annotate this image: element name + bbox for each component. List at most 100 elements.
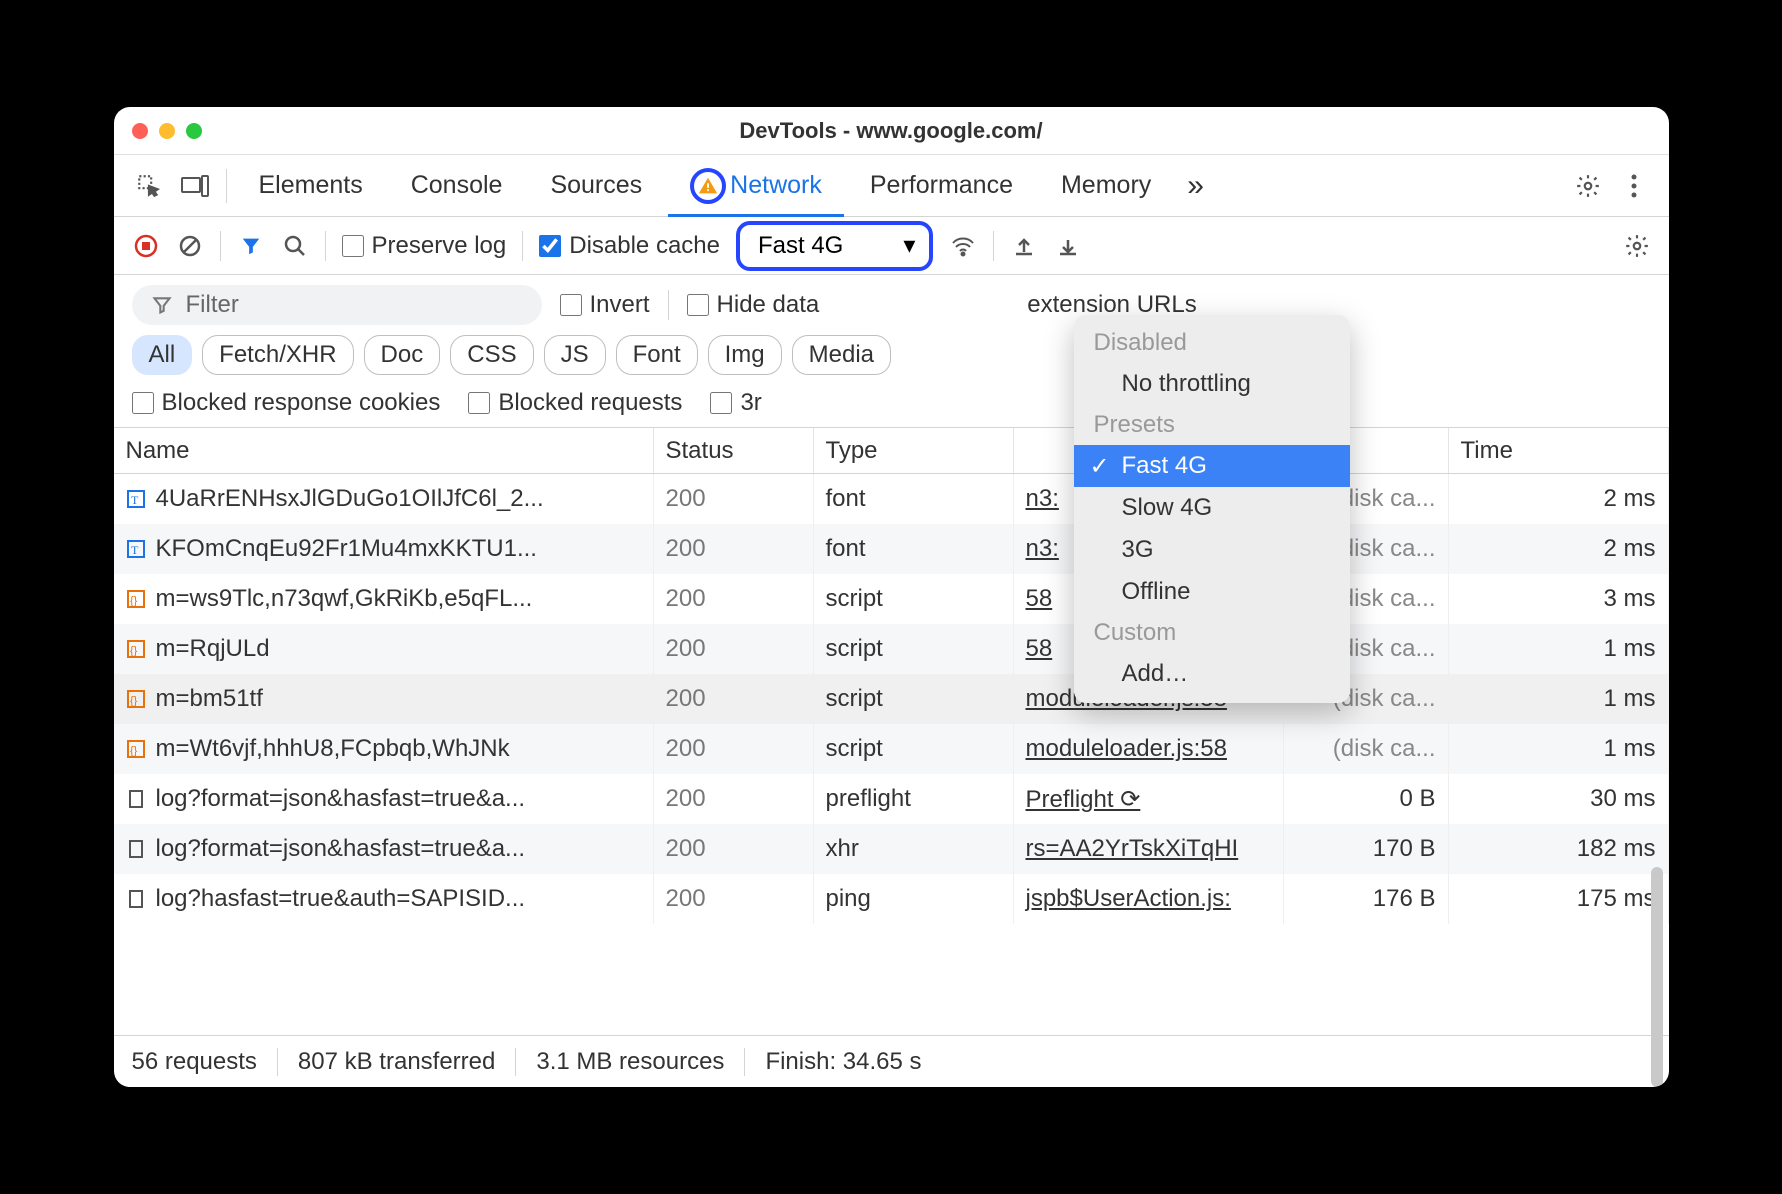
cell-status: 200 bbox=[654, 624, 814, 674]
throttling-option-3g[interactable]: 3G bbox=[1074, 529, 1350, 571]
funnel-icon bbox=[152, 295, 172, 315]
table-row[interactable]: log?format=json&hasfast=true&a...200xhrr… bbox=[114, 824, 1669, 874]
tab-memory[interactable]: Memory bbox=[1039, 155, 1173, 216]
type-filter-img[interactable]: Img bbox=[708, 335, 782, 375]
table-row[interactable]: log?hasfast=true&auth=SAPISID...200pingj… bbox=[114, 874, 1669, 924]
zoom-window-button[interactable] bbox=[186, 123, 202, 139]
cell-time: 175 ms bbox=[1449, 874, 1669, 924]
throttling-value: Fast 4G bbox=[758, 232, 843, 260]
tab-performance[interactable]: Performance bbox=[848, 155, 1035, 216]
invert-input[interactable] bbox=[560, 294, 582, 316]
devtools-window: DevTools - www.google.com/ Elements Cons… bbox=[114, 107, 1669, 1087]
cell-status: 200 bbox=[654, 774, 814, 824]
device-toolbar-icon[interactable] bbox=[174, 165, 216, 207]
preserve-log-input[interactable] bbox=[342, 235, 364, 257]
close-window-button[interactable] bbox=[132, 123, 148, 139]
disable-cache-input[interactable] bbox=[539, 235, 561, 257]
tab-sources[interactable]: Sources bbox=[528, 155, 664, 216]
dropdown-section-custom: Custom bbox=[1074, 613, 1350, 653]
more-menu-icon[interactable] bbox=[1613, 165, 1655, 207]
checkbox-label: Hide data bbox=[717, 291, 820, 319]
invert-checkbox[interactable]: Invert bbox=[560, 291, 650, 319]
cell-initiator[interactable]: jspb$UserAction.js: bbox=[1014, 874, 1284, 924]
svg-text:{}: {} bbox=[130, 745, 138, 757]
separator bbox=[993, 231, 994, 261]
network-conditions-icon[interactable] bbox=[949, 232, 977, 260]
throttling-option-none[interactable]: No throttling bbox=[1074, 363, 1350, 405]
download-har-icon[interactable] bbox=[1054, 232, 1082, 260]
settings-icon[interactable] bbox=[1567, 165, 1609, 207]
throttling-option-fast4g[interactable]: Fast 4G bbox=[1074, 445, 1350, 487]
tabs-overflow-button[interactable]: » bbox=[1177, 155, 1214, 216]
dropdown-section-presets: Presets bbox=[1074, 405, 1350, 445]
inspect-element-icon[interactable] bbox=[128, 165, 170, 207]
network-settings-icon[interactable] bbox=[1623, 232, 1651, 260]
type-filter-all[interactable]: All bbox=[132, 335, 193, 375]
search-icon[interactable] bbox=[281, 232, 309, 260]
throttling-option-offline[interactable]: Offline bbox=[1074, 571, 1350, 613]
tab-network[interactable]: Network bbox=[668, 155, 844, 216]
upload-har-icon[interactable] bbox=[1010, 232, 1038, 260]
cell-type: font bbox=[814, 524, 1014, 574]
col-time[interactable]: Time bbox=[1449, 428, 1669, 473]
third-party-checkbox[interactable]: 3r bbox=[710, 389, 761, 417]
filter-toggle-icon[interactable] bbox=[237, 232, 265, 260]
hide-data-input[interactable] bbox=[687, 294, 709, 316]
throttling-option-add[interactable]: Add… bbox=[1074, 653, 1350, 695]
col-type[interactable]: Type bbox=[814, 428, 1014, 473]
minimize-window-button[interactable] bbox=[159, 123, 175, 139]
cell-name: log?hasfast=true&auth=SAPISID... bbox=[114, 874, 654, 924]
table-row[interactable]: T4UaRrENHsxJlGDuGo1OIlJfC6l_2...200fontn… bbox=[114, 474, 1669, 524]
table-row[interactable]: {}m=RqjULd200script58(disk ca...1 ms bbox=[114, 624, 1669, 674]
hide-data-checkbox[interactable]: Hide data bbox=[687, 291, 820, 319]
type-filter-fetch-xhr[interactable]: Fetch/XHR bbox=[202, 335, 353, 375]
blocked-requests-checkbox[interactable]: Blocked requests bbox=[468, 389, 682, 417]
tab-console[interactable]: Console bbox=[389, 155, 525, 216]
network-toolbar: Preserve log Disable cache Fast 4G ▾ bbox=[114, 217, 1669, 275]
record-button[interactable] bbox=[132, 232, 160, 260]
warning-badge-icon bbox=[690, 168, 726, 204]
col-status[interactable]: Status bbox=[654, 428, 814, 473]
type-filter-css[interactable]: CSS bbox=[450, 335, 533, 375]
filter-input[interactable]: Filter bbox=[132, 285, 542, 325]
status-finish: Finish: 34.65 s bbox=[745, 1048, 941, 1076]
type-filter-js[interactable]: JS bbox=[544, 335, 606, 375]
table-row[interactable]: log?format=json&hasfast=true&a...200pref… bbox=[114, 774, 1669, 824]
separator bbox=[325, 231, 326, 261]
type-filter-font[interactable]: Font bbox=[616, 335, 698, 375]
disable-cache-checkbox[interactable]: Disable cache bbox=[539, 232, 720, 260]
table-row[interactable]: {}m=ws9Tlc,n73qwf,GkRiKb,e5qFL...200scri… bbox=[114, 574, 1669, 624]
checkbox-label: Invert bbox=[590, 291, 650, 319]
throttling-option-slow4g[interactable]: Slow 4G bbox=[1074, 487, 1350, 529]
cell-initiator[interactable]: rs=AA2YrTskXiTqHI bbox=[1014, 824, 1284, 874]
tab-elements[interactable]: Elements bbox=[237, 155, 385, 216]
type-filter-row: All Fetch/XHR Doc CSS JS Font Img Media … bbox=[114, 331, 1669, 383]
cell-initiator[interactable]: Preflight ⟳ bbox=[1014, 774, 1284, 824]
type-filter-media[interactable]: Media bbox=[792, 335, 891, 375]
throttling-dropdown: Disabled No throttling Presets Fast 4G S… bbox=[1074, 315, 1350, 703]
cell-time: 2 ms bbox=[1449, 524, 1669, 574]
chevron-down-icon: ▾ bbox=[903, 231, 915, 260]
type-filter-doc[interactable]: Doc bbox=[364, 335, 441, 375]
cell-time: 30 ms bbox=[1449, 774, 1669, 824]
cell-size: 170 B bbox=[1284, 824, 1449, 874]
scrollbar[interactable] bbox=[1651, 867, 1663, 1087]
tab-label: Performance bbox=[870, 171, 1013, 200]
separator bbox=[668, 290, 669, 320]
col-name[interactable]: Name bbox=[114, 428, 654, 473]
preserve-log-checkbox[interactable]: Preserve log bbox=[342, 232, 507, 260]
cell-initiator[interactable]: moduleloader.js:58 bbox=[1014, 724, 1284, 774]
throttling-select[interactable]: Fast 4G ▾ bbox=[736, 221, 933, 271]
table-row[interactable]: {}m=bm51tf200scriptmoduleloader.js:58(di… bbox=[114, 674, 1669, 724]
table-row[interactable]: {}m=Wt6vjf,hhhU8,FCpbqb,WhJNk200scriptmo… bbox=[114, 724, 1669, 774]
separator bbox=[220, 231, 221, 261]
table-row[interactable]: TKFOmCnqEu92Fr1Mu4mxKKTU1...200fontn3:(d… bbox=[114, 524, 1669, 574]
blocked-response-cookies-checkbox[interactable]: Blocked response cookies bbox=[132, 389, 441, 417]
separator bbox=[522, 231, 523, 261]
tab-label: Elements bbox=[259, 171, 363, 200]
cell-type: font bbox=[814, 474, 1014, 524]
clear-button[interactable] bbox=[176, 232, 204, 260]
cell-time: 1 ms bbox=[1449, 674, 1669, 724]
cell-size: 176 B bbox=[1284, 874, 1449, 924]
status-resources: 3.1 MB resources bbox=[516, 1048, 745, 1076]
